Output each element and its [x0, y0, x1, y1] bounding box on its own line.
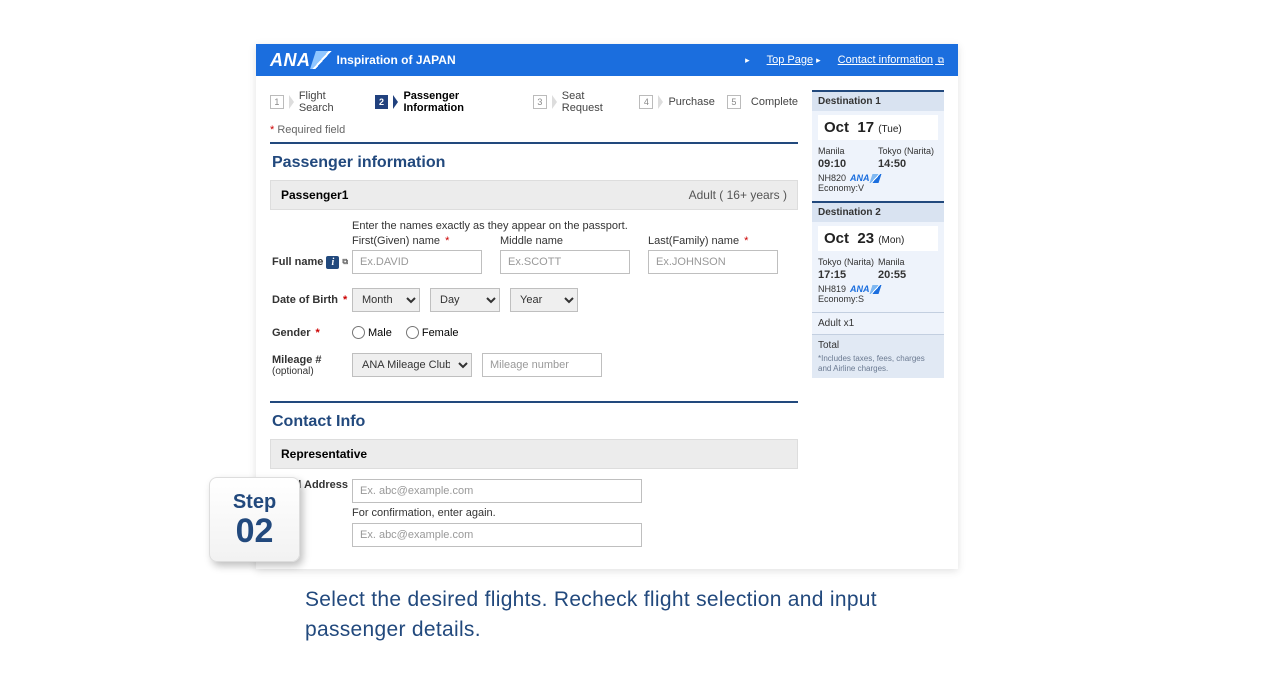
gender-female-option[interactable]: Female: [406, 326, 459, 339]
step-purchase: 4Purchase: [639, 95, 714, 109]
total-block: Total *Includes taxes, fees, charges and…: [812, 334, 944, 378]
dest-2-class: Economy:S: [812, 294, 944, 306]
total-label: Total: [818, 340, 938, 351]
step-passenger-info: 2Passenger Information: [375, 90, 521, 114]
pax-count: Adult x1: [812, 312, 944, 334]
mileage-label: Mileage # (optional): [272, 354, 352, 377]
step-flight-search: 1Flight Search: [270, 90, 363, 114]
ana-logo-slash-icon: [310, 51, 334, 69]
tagline: Inspiration of JAPAN: [337, 53, 456, 67]
dest-2-flight-no: NH819: [818, 284, 846, 294]
external-link-icon: ⧉: [342, 257, 348, 267]
dob-month-select[interactable]: Month: [352, 288, 420, 312]
dest-2-dep-time: 17:15: [818, 269, 878, 281]
progress-steps: 1Flight Search 2Passenger Information 3S…: [270, 90, 798, 114]
caret-icon: ▸: [745, 55, 750, 65]
dest-2-date: Oct 23 (Mon): [818, 226, 938, 251]
gender-label: Gender*: [272, 327, 352, 339]
mileage-number-input[interactable]: [482, 353, 602, 377]
header-bar: ANA Inspiration of JAPAN ▸Top Page ▸Cont…: [256, 44, 958, 76]
dest-2-title: Destination 2: [812, 203, 944, 222]
contact-link[interactable]: Contact information ⧉: [838, 54, 944, 66]
info-icon[interactable]: i: [326, 256, 339, 269]
last-name-input[interactable]: [648, 250, 778, 274]
caret-icon: ▸: [816, 55, 821, 65]
booking-window: ANA Inspiration of JAPAN ▸Top Page ▸Cont…: [256, 44, 958, 569]
step-complete: 5Complete: [727, 95, 798, 109]
email-confirm-input[interactable]: [352, 523, 642, 547]
dest-1-from: Manila: [818, 146, 878, 156]
dest-1-title: Destination 1: [812, 92, 944, 111]
dest-2-arr-time: 20:55: [878, 269, 938, 281]
header-links: ▸Top Page ▸Contact information ⧉: [745, 54, 944, 66]
full-name-label: Full name i⧉: [272, 256, 352, 269]
gender-male-option[interactable]: Male: [352, 326, 392, 339]
main-column: 1Flight Search 2Passenger Information 3S…: [270, 90, 798, 551]
dob-year-select[interactable]: Year: [510, 288, 578, 312]
contact-section-title: Contact Info: [270, 401, 798, 439]
mileage-program-select[interactable]: ANA Mileage Club: [352, 353, 472, 377]
step-seat-request: 3Seat Request: [533, 90, 627, 114]
first-name-input[interactable]: [352, 250, 482, 274]
step-02-badge: Step 02: [209, 477, 300, 562]
ana-mini-logo-icon: ANA: [850, 173, 880, 183]
email-input[interactable]: [352, 479, 642, 503]
dest-1-flight-no: NH820: [818, 173, 846, 183]
dest-1-arr-time: 14:50: [878, 158, 938, 170]
passenger-type: Adult ( 16+ years ): [689, 188, 787, 202]
ana-logo: ANA: [270, 50, 311, 71]
dest-2-to: Manila: [878, 257, 938, 267]
dob-day-select[interactable]: Day: [430, 288, 500, 312]
destination-1-block: Destination 1 Oct 17 (Tue) ManilaTokyo (…: [812, 90, 944, 201]
dob-label: Date of Birth*: [272, 294, 352, 306]
name-column-labels: First(Given) name * Middle name Last(Fam…: [352, 235, 796, 247]
email-confirm-label: For confirmation, enter again.: [352, 507, 642, 519]
dest-1-dep-time: 09:10: [818, 158, 878, 170]
required-field-note: * Required field: [270, 124, 798, 136]
passport-note: Enter the names exactly as they appear o…: [352, 220, 796, 232]
top-page-link[interactable]: Top Page: [767, 54, 813, 66]
instruction-caption: Select the desired flights. Recheck flig…: [305, 585, 905, 646]
middle-name-input[interactable]: [500, 250, 630, 274]
external-link-icon: ⧉: [935, 55, 944, 65]
dest-1-to: Tokyo (Narita): [878, 146, 938, 156]
destination-2-block: Destination 2 Oct 23 (Mon) Tokyo (Narita…: [812, 201, 944, 312]
itinerary-sidebar: Destination 1 Oct 17 (Tue) ManilaTokyo (…: [812, 90, 944, 551]
total-disclaimer: *Includes taxes, fees, charges and Airli…: [818, 354, 938, 373]
representative-row: Representative: [270, 439, 798, 469]
passenger-number: Passenger1: [281, 188, 348, 202]
dest-2-from: Tokyo (Narita): [818, 257, 878, 267]
passenger-section-title: Passenger information: [270, 142, 798, 180]
passenger-header-row: Passenger1 Adult ( 16+ years ): [270, 180, 798, 210]
dest-1-date: Oct 17 (Tue): [818, 115, 938, 140]
dest-1-class: Economy:V: [812, 183, 944, 195]
ana-mini-logo-icon: ANA: [850, 284, 880, 294]
